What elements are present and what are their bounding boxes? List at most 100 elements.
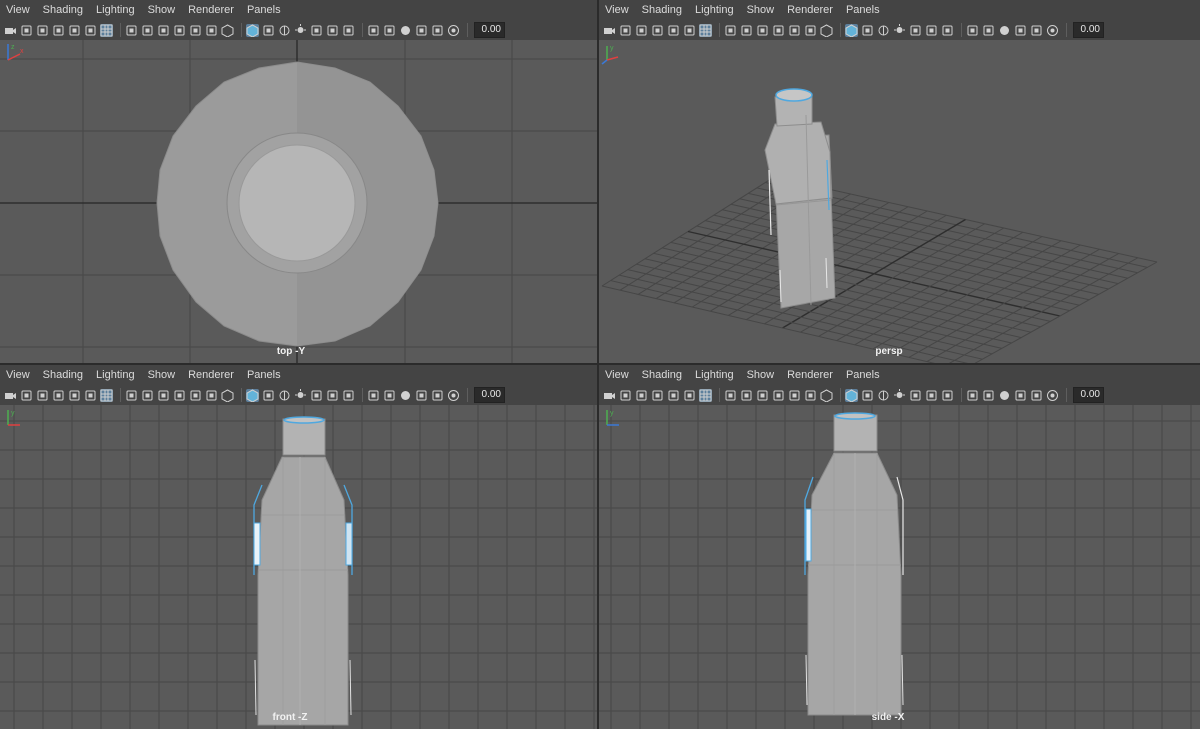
safe-action-icon[interactable] (788, 389, 801, 402)
exposure-field[interactable]: 0.00 (474, 22, 505, 38)
menu-shading[interactable]: Shading (43, 369, 83, 381)
gate-mask-icon[interactable] (157, 389, 170, 402)
wireframe-icon[interactable] (820, 23, 833, 37)
select-camera-icon[interactable] (4, 24, 17, 37)
two-d-pan-icon[interactable] (667, 24, 680, 37)
isolate-select-icon[interactable] (998, 24, 1011, 37)
bookmark-icon[interactable] (36, 389, 49, 402)
image-plane-icon[interactable] (651, 24, 664, 37)
film-gate-icon[interactable] (724, 24, 737, 37)
menu-shading[interactable]: Shading (642, 4, 682, 16)
exposure-field[interactable]: 0.00 (474, 387, 505, 403)
viewport-panel-persp[interactable]: View Shading Lighting Show Renderer Panels 0.… (599, 0, 1200, 363)
motion-blur-icon[interactable] (941, 389, 954, 402)
smooth-shade-icon[interactable] (845, 388, 858, 402)
motion-blur-icon[interactable] (941, 24, 954, 37)
grease-pencil-icon[interactable] (84, 24, 97, 37)
isolate-select-icon[interactable] (399, 24, 412, 37)
gate-mask-icon[interactable] (756, 24, 769, 37)
camera-attributes-icon[interactable] (20, 24, 33, 37)
menu-view[interactable]: View (605, 4, 629, 16)
resolution-gate-icon[interactable] (141, 24, 154, 37)
multisample-aa-icon[interactable] (966, 24, 979, 37)
xray-joints-icon[interactable] (415, 389, 428, 402)
depth-of-field-icon[interactable] (383, 24, 396, 37)
menu-lighting[interactable]: Lighting (695, 4, 734, 16)
menu-shading[interactable]: Shading (43, 4, 83, 16)
field-chart-icon[interactable] (173, 24, 186, 37)
wireframe-icon[interactable] (221, 388, 234, 402)
two-d-pan-icon[interactable] (68, 24, 81, 37)
menu-view[interactable]: View (6, 4, 30, 16)
exposure-icon[interactable] (447, 24, 460, 37)
xray-active-icon[interactable] (431, 24, 444, 37)
safe-title-icon[interactable] (205, 389, 218, 402)
motion-blur-icon[interactable] (342, 389, 355, 402)
menu-panels[interactable]: Panels (846, 4, 880, 16)
safe-title-icon[interactable] (804, 389, 817, 402)
grid-icon[interactable] (699, 23, 712, 37)
multisample-aa-icon[interactable] (966, 389, 979, 402)
film-gate-icon[interactable] (724, 389, 737, 402)
exposure-icon[interactable] (447, 389, 460, 402)
gate-mask-icon[interactable] (756, 389, 769, 402)
default-material-icon[interactable] (262, 389, 275, 402)
safe-title-icon[interactable] (205, 24, 218, 37)
multisample-aa-icon[interactable] (367, 24, 380, 37)
shadows-icon[interactable] (310, 389, 323, 402)
grid-icon[interactable] (100, 388, 113, 402)
viewport-panel-side[interactable]: View Shading Lighting Show Renderer Panels 0.… (599, 365, 1200, 729)
menu-panels[interactable]: Panels (247, 369, 281, 381)
viewport-top[interactable]: top -Y z x (0, 40, 597, 363)
resolution-gate-icon[interactable] (740, 389, 753, 402)
viewport-panel-top[interactable]: View Shading Lighting Show Renderer Panels 0.… (0, 0, 597, 363)
select-camera-icon[interactable] (603, 389, 616, 402)
menu-panels[interactable]: Panels (846, 369, 880, 381)
xray-icon[interactable] (877, 24, 890, 37)
viewport-persp[interactable]: persp y (599, 40, 1200, 363)
smooth-shade-icon[interactable] (246, 388, 259, 402)
bookmark-icon[interactable] (635, 24, 648, 37)
smooth-shade-icon[interactable] (845, 23, 858, 37)
menu-show[interactable]: Show (747, 369, 775, 381)
shadows-icon[interactable] (909, 389, 922, 402)
depth-of-field-icon[interactable] (383, 389, 396, 402)
safe-title-icon[interactable] (804, 24, 817, 37)
xray-joints-icon[interactable] (1014, 389, 1027, 402)
default-material-icon[interactable] (262, 24, 275, 37)
image-plane-icon[interactable] (52, 24, 65, 37)
motion-blur-icon[interactable] (342, 24, 355, 37)
exposure-icon[interactable] (1046, 389, 1059, 402)
resolution-gate-icon[interactable] (141, 389, 154, 402)
film-gate-icon[interactable] (125, 24, 138, 37)
default-material-icon[interactable] (861, 24, 874, 37)
exposure-icon[interactable] (1046, 24, 1059, 37)
use-lights-icon[interactable] (294, 23, 307, 37)
menu-show[interactable]: Show (747, 4, 775, 16)
grease-pencil-icon[interactable] (683, 24, 696, 37)
screen-space-ao-icon[interactable] (326, 389, 339, 402)
grid-icon[interactable] (699, 388, 712, 402)
multisample-aa-icon[interactable] (367, 389, 380, 402)
menu-renderer[interactable]: Renderer (787, 4, 833, 16)
two-d-pan-icon[interactable] (68, 389, 81, 402)
xray-active-icon[interactable] (1030, 389, 1043, 402)
exposure-field[interactable]: 0.00 (1073, 387, 1104, 403)
smooth-shade-icon[interactable] (246, 23, 259, 37)
menu-lighting[interactable]: Lighting (695, 369, 734, 381)
screen-space-ao-icon[interactable] (925, 389, 938, 402)
wireframe-icon[interactable] (820, 388, 833, 402)
menu-show[interactable]: Show (148, 369, 176, 381)
xray-active-icon[interactable] (1030, 24, 1043, 37)
menu-lighting[interactable]: Lighting (96, 4, 135, 16)
grease-pencil-icon[interactable] (683, 389, 696, 402)
safe-action-icon[interactable] (788, 24, 801, 37)
exposure-field[interactable]: 0.00 (1073, 22, 1104, 38)
safe-action-icon[interactable] (189, 389, 202, 402)
depth-of-field-icon[interactable] (982, 24, 995, 37)
xray-joints-icon[interactable] (415, 24, 428, 37)
field-chart-icon[interactable] (173, 389, 186, 402)
camera-attributes-icon[interactable] (20, 389, 33, 402)
xray-icon[interactable] (278, 389, 291, 402)
select-camera-icon[interactable] (4, 389, 17, 402)
